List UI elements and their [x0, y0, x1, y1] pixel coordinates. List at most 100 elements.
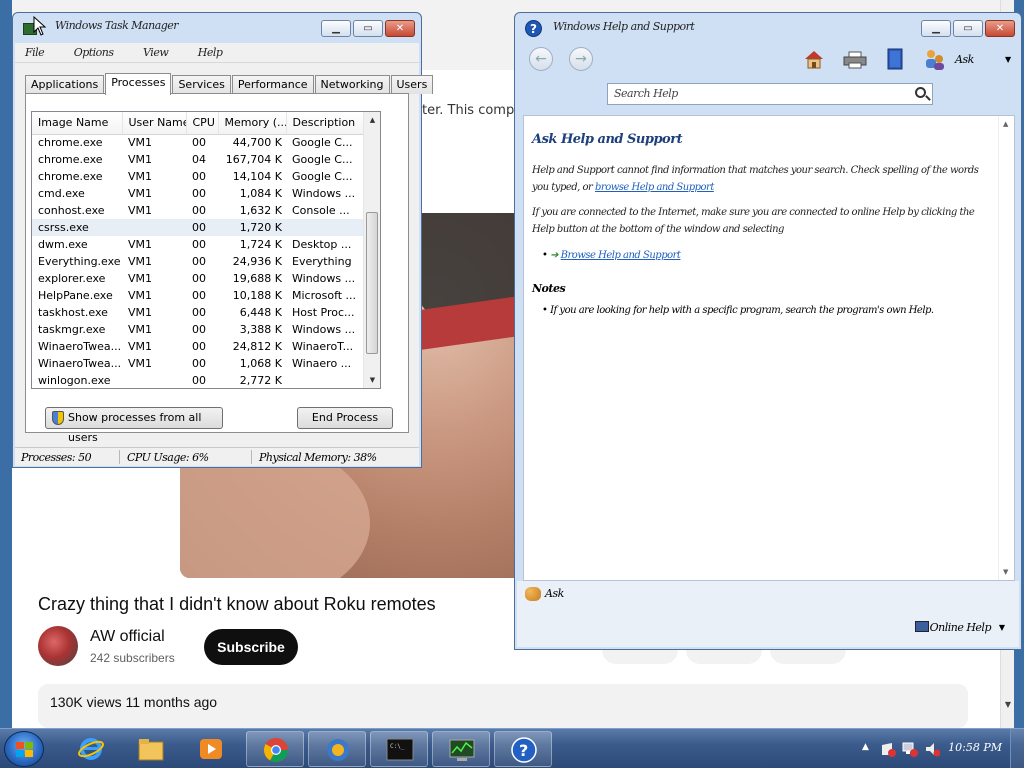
uac-shield-icon — [52, 411, 64, 425]
browse-help-link[interactable]: browse Help and Support — [595, 182, 714, 193]
menu-options[interactable]: Options — [74, 46, 114, 59]
table-row[interactable]: explorer.exe VM1 00 19,688 K Windows ... — [32, 270, 365, 287]
taskbar-media-player[interactable] — [182, 731, 240, 767]
scroll-down-icon[interactable]: ▼ — [1005, 700, 1011, 709]
taskbar-file-explorer[interactable] — [122, 731, 180, 767]
cell-memory: 24,936 K — [232, 255, 282, 268]
back-button[interactable]: ← — [529, 47, 553, 71]
column-header-cpu[interactable]: CPU — [186, 112, 219, 135]
cell-description: Console ... — [292, 204, 350, 217]
table-row[interactable]: chrome.exe VM1 00 44,700 K Google C... — [32, 134, 365, 151]
table-row[interactable]: taskmgr.exe VM1 00 3,388 K Windows ... — [32, 321, 365, 338]
options-dropdown-icon[interactable]: ▼ — [1005, 55, 1011, 64]
scroll-down-icon[interactable]: ▼ — [1003, 568, 1008, 576]
cell-user-name: VM1 — [128, 153, 153, 166]
minimize-button[interactable]: ▁ — [921, 20, 951, 37]
scroll-up-icon[interactable]: ▲ — [364, 112, 380, 128]
channel-name[interactable]: AW official — [90, 628, 165, 646]
scroll-down-icon[interactable]: ▼ — [364, 372, 380, 388]
printer-icon[interactable] — [843, 51, 867, 69]
column-header-image-name[interactable]: Image Name — [32, 112, 123, 135]
forward-button[interactable]: → — [569, 47, 593, 71]
close-button[interactable]: ✕ — [985, 20, 1015, 37]
tab-users[interactable]: Users — [390, 75, 434, 94]
tab-services[interactable]: Services — [172, 75, 231, 94]
browse-help-bullet[interactable]: • ➔ Browse Help and Support — [542, 250, 681, 261]
search-icon[interactable] — [915, 87, 926, 98]
table-row[interactable]: chrome.exe VM1 00 14,104 K Google C... — [32, 168, 365, 185]
menu-file[interactable]: File — [25, 46, 45, 59]
maximize-button[interactable]: ▭ — [953, 20, 983, 37]
cell-image-name: WinaeroTwea... — [38, 357, 122, 370]
column-header-user-name[interactable]: User Name — [122, 112, 187, 135]
chevron-down-icon[interactable]: ▼ — [999, 623, 1005, 632]
end-process-button[interactable]: End Process — [297, 407, 393, 429]
browse-help-icon[interactable] — [885, 48, 905, 70]
tab-applications[interactable]: Applications — [25, 75, 105, 94]
cell-description: Host Proc... — [292, 306, 355, 319]
show-desktop-button[interactable] — [1010, 729, 1024, 768]
cell-user-name: VM1 — [128, 187, 153, 200]
taskbar-task-manager[interactable] — [432, 731, 490, 767]
table-row[interactable]: csrss.exe 00 1,720 K — [32, 219, 365, 236]
close-button[interactable]: ✕ — [385, 20, 415, 37]
taskbar-chrome[interactable] — [246, 731, 304, 767]
menu-help[interactable]: Help — [198, 46, 223, 59]
title-bar[interactable]: Windows Task Manager ▁ ▭ ✕ — [13, 13, 421, 45]
process-list[interactable]: Image Name User Name CPU Memory (... Des… — [31, 111, 381, 389]
taskbar-winaero-tweaker[interactable] — [308, 731, 366, 767]
cell-user-name: VM1 — [128, 306, 153, 319]
table-row[interactable]: Everything.exe VM1 00 24,936 K Everything — [32, 253, 365, 270]
channel-avatar[interactable] — [38, 626, 78, 666]
tab-processes[interactable]: Processes — [105, 73, 172, 95]
browse-help-bullet-link[interactable]: Browse Help and Support — [561, 250, 681, 261]
scrollbar-thumb[interactable] — [366, 212, 378, 354]
column-header-description[interactable]: Description — [286, 112, 366, 135]
minimize-button[interactable]: ▁ — [321, 20, 351, 37]
show-all-processes-button[interactable]: Show processes from all users — [45, 407, 223, 444]
table-row[interactable]: WinaeroTwea... VM1 00 24,812 K WinaeroT... — [32, 338, 365, 355]
cell-cpu: 00 — [192, 357, 206, 370]
scroll-up-icon[interactable]: ▲ — [1003, 120, 1008, 128]
cell-memory: 1,084 K — [239, 187, 282, 200]
search-input[interactable]: Search Help — [607, 83, 933, 105]
table-row[interactable]: winlogon.exe 00 2,772 K — [32, 372, 365, 388]
ask-label[interactable]: Ask — [955, 53, 974, 66]
description-box[interactable]: 130K views 11 months ago — [38, 684, 968, 728]
show-hidden-icons-icon[interactable]: ▲ — [862, 742, 869, 752]
table-row[interactable]: dwm.exe VM1 00 1,724 K Desktop ... — [32, 236, 365, 253]
status-physical-memory: Physical Memory: 38% — [259, 451, 377, 464]
column-header-memory[interactable]: Memory (... — [218, 112, 287, 135]
table-row[interactable]: conhost.exe VM1 00 1,632 K Console ... — [32, 202, 365, 219]
process-list-scrollbar[interactable]: ▲ ▼ — [363, 112, 380, 388]
menu-view[interactable]: View — [143, 46, 169, 59]
table-row[interactable]: taskhost.exe VM1 00 6,448 K Host Proc... — [32, 304, 365, 321]
close-icon: ✕ — [995, 23, 1005, 34]
arrow-right-icon: ➔ — [550, 250, 558, 261]
maximize-button[interactable]: ▭ — [353, 20, 383, 37]
volume-muted-icon[interactable] — [924, 741, 940, 757]
home-icon[interactable] — [803, 49, 825, 69]
network-icon[interactable] — [902, 741, 918, 757]
table-row[interactable]: cmd.exe VM1 00 1,084 K Windows ... — [32, 185, 365, 202]
online-help-dropdown[interactable]: Online Help — [930, 621, 992, 634]
tab-networking[interactable]: Networking — [314, 75, 390, 94]
start-button[interactable] — [4, 731, 44, 767]
table-row[interactable]: WinaeroTwea... VM1 00 1,068 K Winaero ... — [32, 355, 365, 372]
taskbar-command-prompt[interactable]: C:\_ — [370, 731, 428, 767]
cell-image-name: chrome.exe — [38, 153, 103, 166]
cell-description: Google C... — [292, 136, 353, 150]
taskbar-help-and-support[interactable]: ? — [494, 731, 552, 767]
subscribe-button[interactable]: Subscribe — [204, 629, 298, 665]
clock[interactable]: 10:58 PM — [948, 741, 1002, 754]
table-row[interactable]: chrome.exe VM1 04 167,704 K Google C... — [32, 151, 365, 168]
cell-memory: 2,772 K — [239, 374, 282, 387]
content-scrollbar[interactable]: ▲ ▼ — [998, 116, 1014, 580]
taskbar-internet-explorer[interactable] — [62, 731, 120, 767]
tab-performance[interactable]: Performance — [231, 75, 314, 94]
action-center-icon[interactable] — [880, 741, 896, 757]
more-support-options-link[interactable]: Ask — [545, 587, 564, 600]
table-row[interactable]: HelpPane.exe VM1 00 10,188 K Microsoft ... — [32, 287, 365, 304]
ask-icon[interactable] — [923, 47, 947, 71]
title-bar[interactable]: ? Windows Help and Support ▁ ▭ ✕ — [515, 13, 1021, 45]
